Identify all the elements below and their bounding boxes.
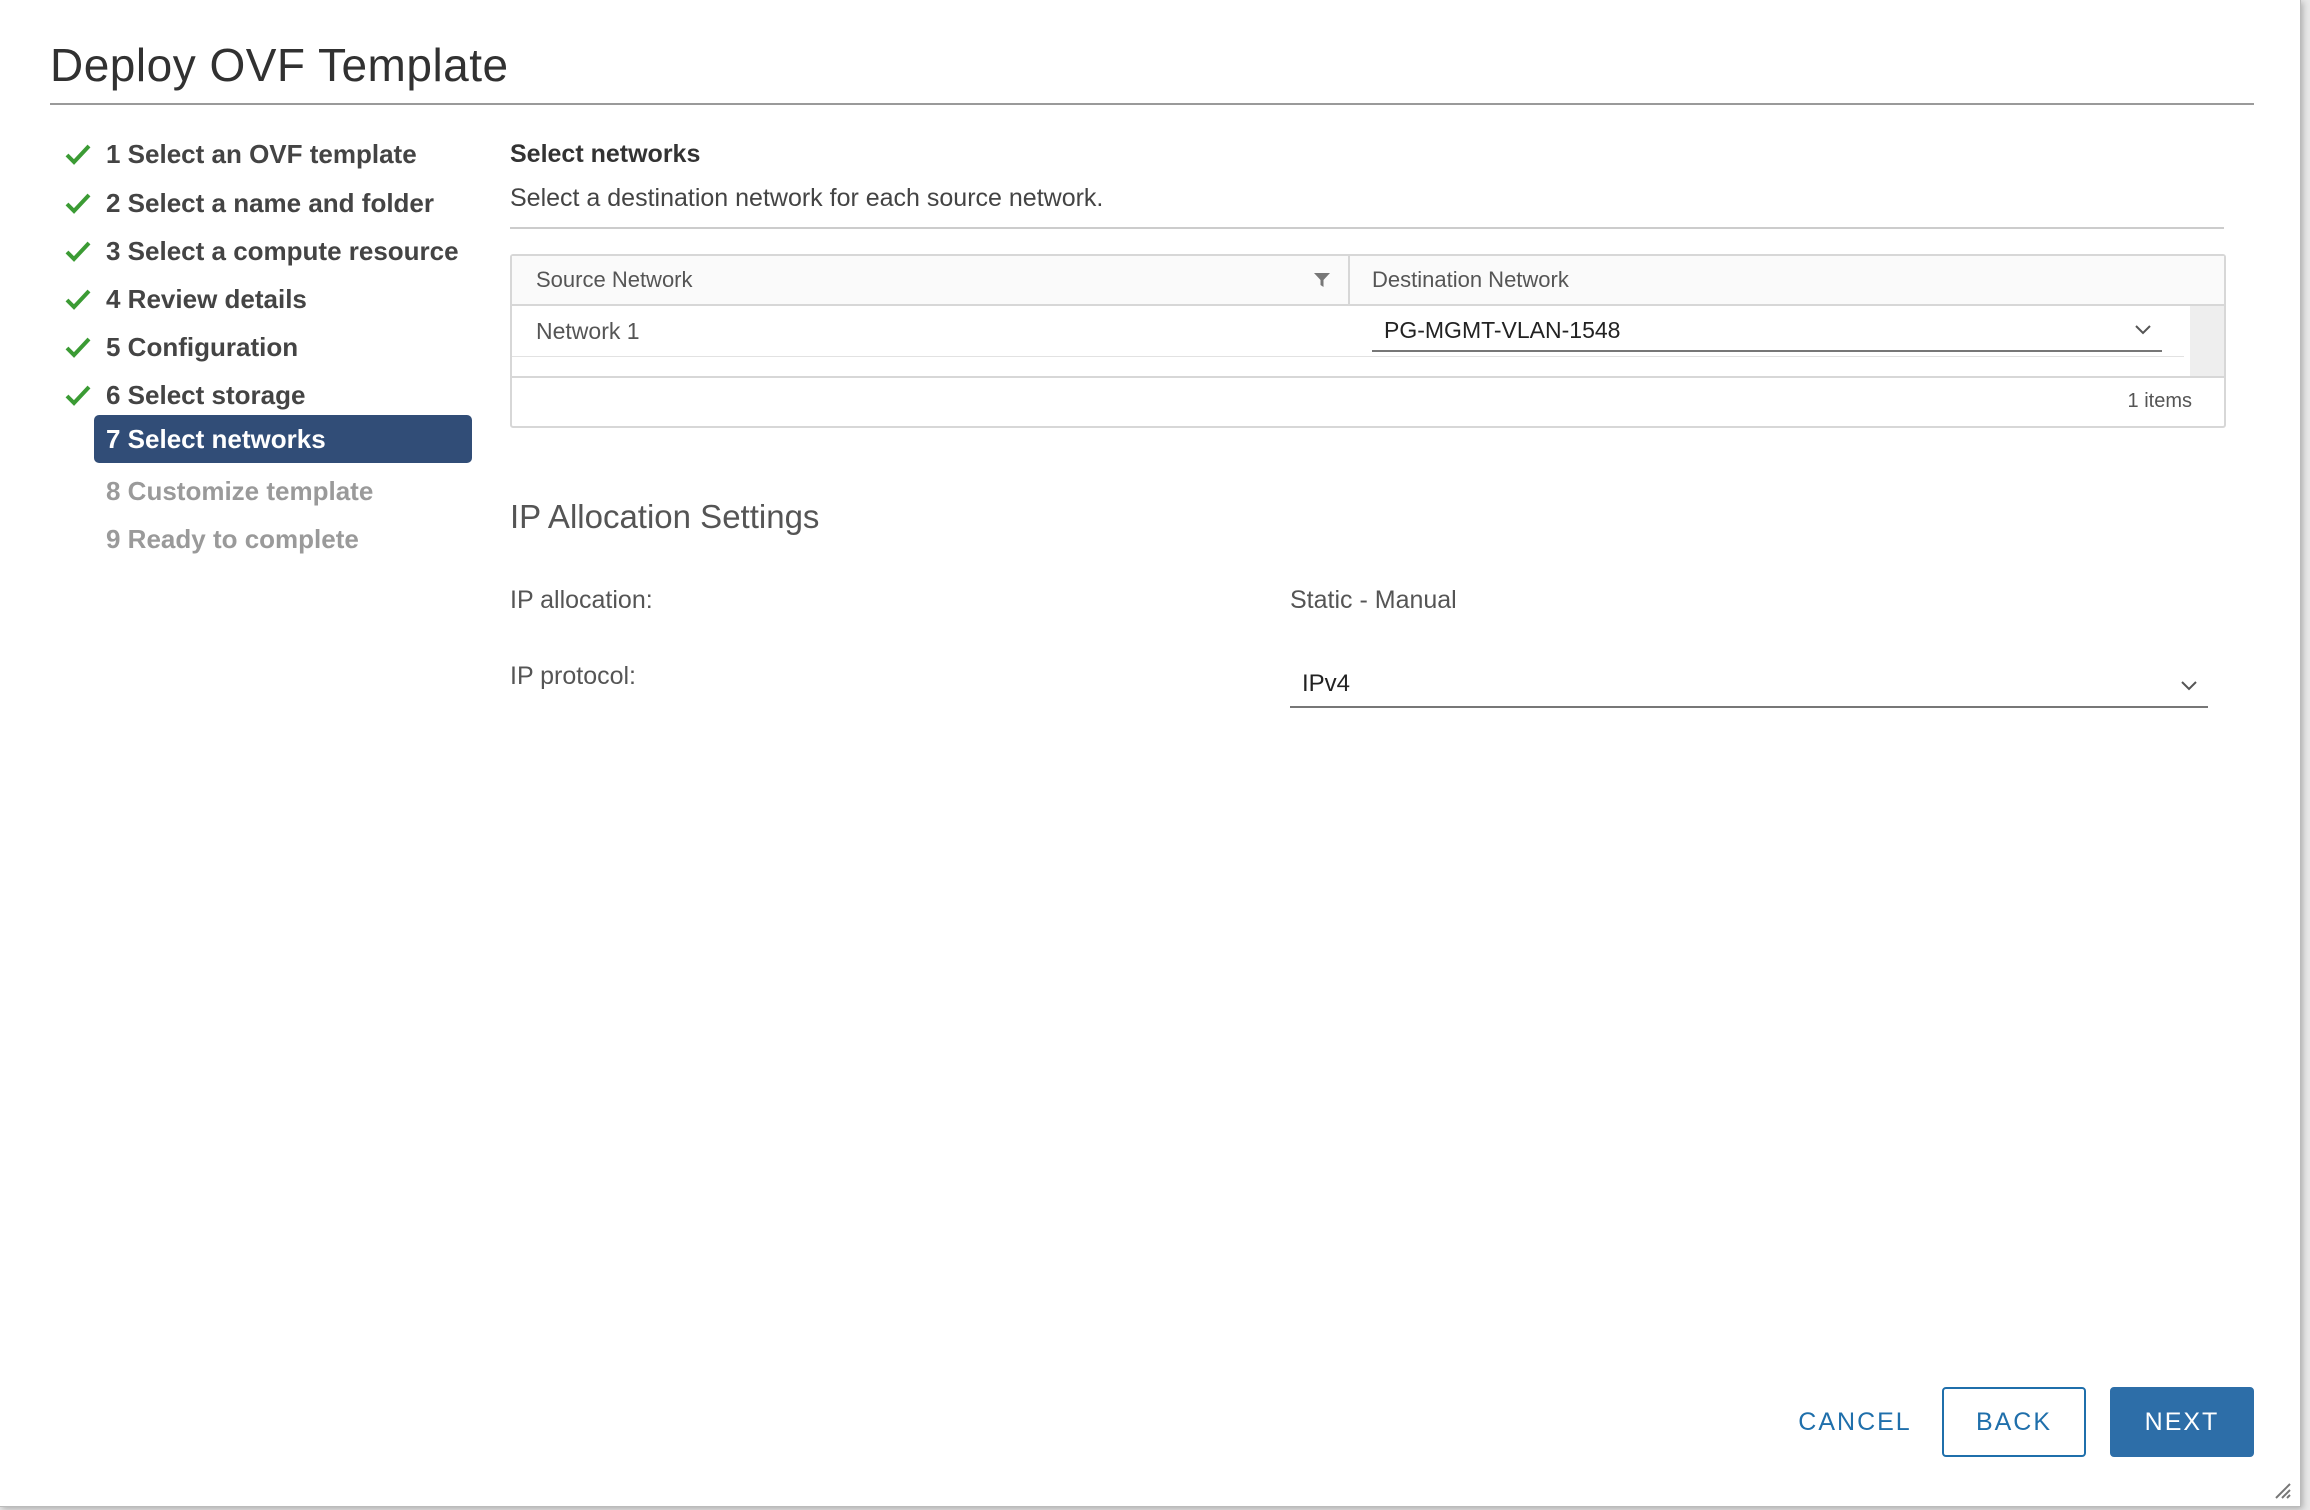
dialog-title: Deploy OVF Template	[50, 39, 509, 91]
ip-protocol-select[interactable]: IPv4	[1290, 662, 2208, 708]
title-divider	[50, 103, 2254, 105]
grid-header: Source Network Destination Network	[512, 256, 2224, 306]
check-icon	[65, 241, 91, 262]
step-select-storage[interactable]: 6 Select storage	[60, 371, 480, 419]
check-icon	[65, 289, 91, 310]
step-select-compute-resource[interactable]: 3 Select a compute resource	[60, 227, 480, 275]
items-count: 1 items	[2127, 390, 2192, 412]
ip-allocation-heading: IP Allocation Settings	[510, 498, 820, 535]
check-icon	[65, 337, 91, 358]
step-label: 3 Select a compute resource	[106, 235, 459, 266]
step-label: 9 Ready to complete	[106, 523, 359, 554]
step-label: 7 Select networks	[106, 424, 326, 454]
section-heading: Select networks	[510, 140, 701, 168]
resize-grip-icon[interactable]	[2270, 1478, 2292, 1500]
step-select-networks[interactable]: 7 Select networks	[60, 414, 480, 463]
step-configuration[interactable]: 5 Configuration	[60, 323, 480, 371]
back-button[interactable]: BACK	[1942, 1387, 2086, 1457]
check-icon	[65, 193, 91, 214]
ip-allocation-value: Static - Manual	[1290, 586, 1457, 614]
column-header-destination[interactable]: Destination Network	[1372, 267, 1569, 293]
check-icon	[65, 385, 91, 406]
destination-network-select[interactable]: PG-MGMT-VLAN-1548	[1372, 308, 2162, 352]
step-label: 5 Configuration	[106, 331, 299, 362]
grid-footer: 1 items	[512, 376, 2224, 428]
ip-allocation-label: IP allocation:	[510, 586, 653, 614]
check-icon	[65, 144, 91, 165]
source-network-cell: Network 1	[536, 318, 640, 344]
destination-network-value: PG-MGMT-VLAN-1548	[1384, 317, 1621, 343]
step-select-name-folder[interactable]: 2 Select a name and folder	[60, 179, 480, 227]
filter-icon[interactable]	[1312, 270, 1332, 290]
chevron-down-icon	[2135, 325, 2151, 335]
cancel-button[interactable]: CANCEL	[1762, 1387, 1948, 1457]
column-divider[interactable]	[1348, 256, 1350, 304]
deploy-ovf-dialog: Deploy OVF Template 1 Select an OVF temp…	[0, 0, 2301, 1507]
ip-protocol-value: IPv4	[1302, 670, 1351, 697]
step-ready-to-complete: 9 Ready to complete	[60, 515, 480, 563]
step-label: 6 Select storage	[106, 379, 306, 410]
step-review-details[interactable]: 4 Review details	[60, 275, 480, 323]
step-label: 8 Customize template	[106, 475, 374, 506]
step-select-ovf-template[interactable]: 1 Select an OVF template	[60, 130, 480, 178]
chevron-down-icon	[2181, 681, 2197, 691]
table-row: Network 1 PG-MGMT-VLAN-1548	[512, 306, 2184, 357]
column-header-source[interactable]: Source Network	[536, 267, 693, 293]
grid-scrollbar[interactable]	[2190, 306, 2224, 376]
step-label: 4 Review details	[106, 283, 307, 314]
section-description: Select a destination network for each so…	[510, 184, 1104, 212]
ip-protocol-label: IP protocol:	[510, 662, 637, 690]
step-label: 2 Select a name and folder	[106, 187, 435, 218]
network-mapping-grid: Source Network Destination Network Netwo…	[510, 254, 2226, 428]
next-button[interactable]: NEXT	[2110, 1387, 2254, 1457]
step-label: 1 Select an OVF template	[106, 138, 417, 169]
step-customize-template: 8 Customize template	[60, 467, 480, 515]
section-divider	[510, 227, 2224, 229]
